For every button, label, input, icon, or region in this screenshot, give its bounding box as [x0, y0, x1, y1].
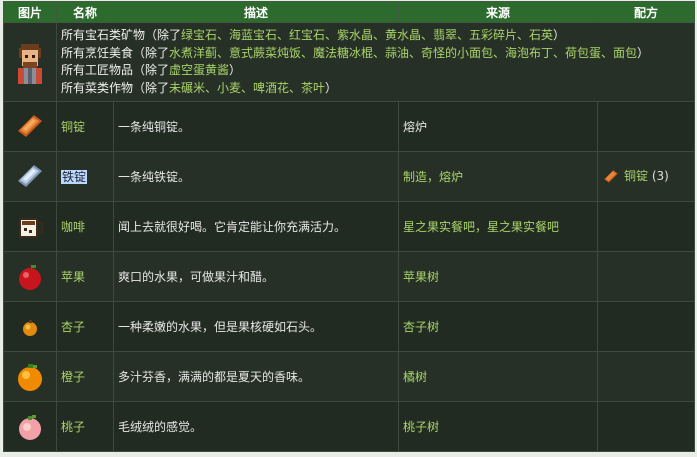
item-description: 一条纯铁锭。	[113, 151, 399, 202]
item-source-link[interactable]: 桃子树	[398, 401, 598, 452]
universal-line-crops: 所有菜类作物（除了未碾米、小麦、啤酒花、茶叶）	[61, 80, 690, 98]
item-description: 一种柔嫩的水果，但是果核硬如石头。	[113, 301, 399, 352]
item-recipe	[597, 101, 695, 152]
item-image-cell	[3, 351, 57, 402]
item-name-link[interactable]: 铜锭	[56, 101, 114, 152]
item-source: 熔炉	[398, 101, 598, 152]
universal-gift-list: 所有宝石类矿物（除了绿宝石、海蓝宝石、红宝石、紫水晶、黄水晶、翡翠、五彩碎片、石…	[56, 22, 695, 102]
header-description[interactable]: 描述	[113, 1, 399, 23]
iron-bar-icon[interactable]	[14, 161, 46, 193]
item-source-link[interactable]: 星之果实餐吧，星之果实餐吧	[398, 201, 598, 252]
coffee-icon[interactable]	[14, 211, 46, 243]
item-description: 一条纯铜锭。	[113, 101, 399, 152]
item-name-link[interactable]: 咖啡	[56, 201, 114, 252]
recipe-count: (3)	[651, 169, 669, 184]
table-row: 咖啡 闻上去就很好喝。它肯定能让你充满活力。 星之果实餐吧，星之果实餐吧	[3, 201, 695, 252]
line-prefix: 所有工匠物品（除了	[61, 63, 170, 77]
wiki-page: 图片 名称 描述 来源 配方 所有宝石类矿物（除了绿宝石、海蓝宝石、红宝石、紫水…	[0, 0, 697, 457]
line-suffix: ）	[637, 45, 650, 60]
line-prefix: 所有宝石类矿物（除了	[61, 28, 182, 42]
recipe-item-link[interactable]: 铜锭	[624, 169, 648, 183]
table-row: 橙子 多汁芬香，满满的都是夏天的香味。 橘树	[3, 351, 695, 402]
item-description: 闻上去就很好喝。它肯定能让你充满活力。	[113, 201, 399, 252]
item-description: 爽口的水果，可做果汁和醋。	[113, 251, 399, 302]
item-name-link[interactable]: 铁锭	[56, 151, 114, 202]
excluded-items-link[interactable]: 水煮洋蓟、意式蕨菜炖饭、魔法糖冰棍、蒜油、奇怪的小面包、海泡布丁、荷包蛋、面包	[169, 46, 637, 60]
item-description: 多汁芬香，满满的都是夏天的香味。	[113, 351, 399, 402]
line-suffix: ）	[325, 80, 338, 95]
item-source-link[interactable]: 制造，熔炉	[398, 151, 598, 202]
universal-line-artisan: 所有工匠物品（除了虚空蛋黄酱）	[61, 62, 690, 80]
excluded-items-link[interactable]: 绿宝石、海蓝宝石、红宝石、紫水晶、黄水晶、翡翠、五彩碎片、石英	[181, 28, 553, 42]
excluded-items-link[interactable]: 虚空蛋黄酱	[169, 63, 229, 77]
universal-line-gems: 所有宝石类矿物（除了绿宝石、海蓝宝石、红宝石、紫水晶、黄水晶、翡翠、五彩碎片、石…	[61, 27, 690, 45]
table-row: 苹果 爽口的水果，可做果汁和醋。 苹果树	[3, 251, 695, 302]
selected-text[interactable]: 铁锭	[61, 170, 88, 184]
item-source-link[interactable]: 橘树	[398, 351, 598, 402]
table-row: 铁锭 一条纯铁锭。 制造，熔炉 铜锭 (3)	[3, 151, 695, 202]
header-name[interactable]: 名称	[56, 1, 114, 23]
item-source-link[interactable]: 苹果树	[398, 251, 598, 302]
item-source-link[interactable]: 杏子树	[398, 301, 598, 352]
item-image-cell	[3, 301, 57, 352]
apricot-icon[interactable]	[14, 311, 46, 343]
table-row: 桃子 毛绒绒的感觉。 桃子树	[3, 401, 695, 452]
item-image-cell	[3, 401, 57, 452]
item-recipe	[597, 401, 695, 452]
line-suffix: ）	[229, 63, 242, 77]
item-recipe: 铜锭 (3)	[597, 151, 695, 202]
item-name-link[interactable]: 杏子	[56, 301, 114, 352]
line-prefix: 所有菜类作物（除了	[61, 80, 170, 95]
item-description: 毛绒绒的感觉。	[113, 401, 399, 452]
gift-table: 图片 名称 描述 来源 配方 所有宝石类矿物（除了绿宝石、海蓝宝石、红宝石、紫水…	[3, 1, 695, 452]
table-row: 杏子 一种柔嫩的水果，但是果核硬如石头。 杏子树	[3, 301, 695, 352]
universal-line-cooking: 所有烹饪美食（除了水煮洋蓟、意式蕨菜炖饭、魔法糖冰棍、蒜油、奇怪的小面包、海泡布…	[61, 45, 690, 63]
item-recipe	[597, 251, 695, 302]
villager-portrait-cell	[3, 22, 57, 102]
table-header-row: 图片 名称 描述 来源 配方	[3, 1, 695, 23]
excluded-items-link[interactable]: 未碾米、小麦、啤酒花、茶叶	[169, 81, 325, 95]
item-image-cell	[3, 251, 57, 302]
header-recipe[interactable]: 配方	[597, 1, 695, 23]
item-name-link[interactable]: 苹果	[56, 251, 114, 302]
apple-icon[interactable]	[14, 261, 46, 293]
item-image-cell	[3, 201, 57, 252]
line-prefix: 所有烹饪美食（除了	[61, 45, 170, 60]
villager-portrait-icon[interactable]	[10, 40, 50, 84]
table-row: 铜锭 一条纯铜锭。 熔炉	[3, 101, 695, 152]
item-recipe	[597, 301, 695, 352]
line-suffix: ）	[553, 28, 566, 42]
item-image-cell	[3, 101, 57, 152]
item-image-cell	[3, 151, 57, 202]
peach-icon[interactable]	[14, 411, 46, 443]
orange-icon[interactable]	[14, 361, 46, 393]
table-row-universal: 所有宝石类矿物（除了绿宝石、海蓝宝石、红宝石、紫水晶、黄水晶、翡翠、五彩碎片、石…	[3, 22, 695, 102]
item-recipe	[597, 201, 695, 252]
item-name-link[interactable]: 桃子	[56, 401, 114, 452]
item-recipe	[597, 351, 695, 402]
copper-bar-icon	[604, 170, 618, 183]
item-name-link[interactable]: 橙子	[56, 351, 114, 402]
header-source[interactable]: 来源	[398, 1, 598, 23]
header-image[interactable]: 图片	[3, 1, 57, 23]
copper-bar-icon[interactable]	[14, 111, 46, 143]
